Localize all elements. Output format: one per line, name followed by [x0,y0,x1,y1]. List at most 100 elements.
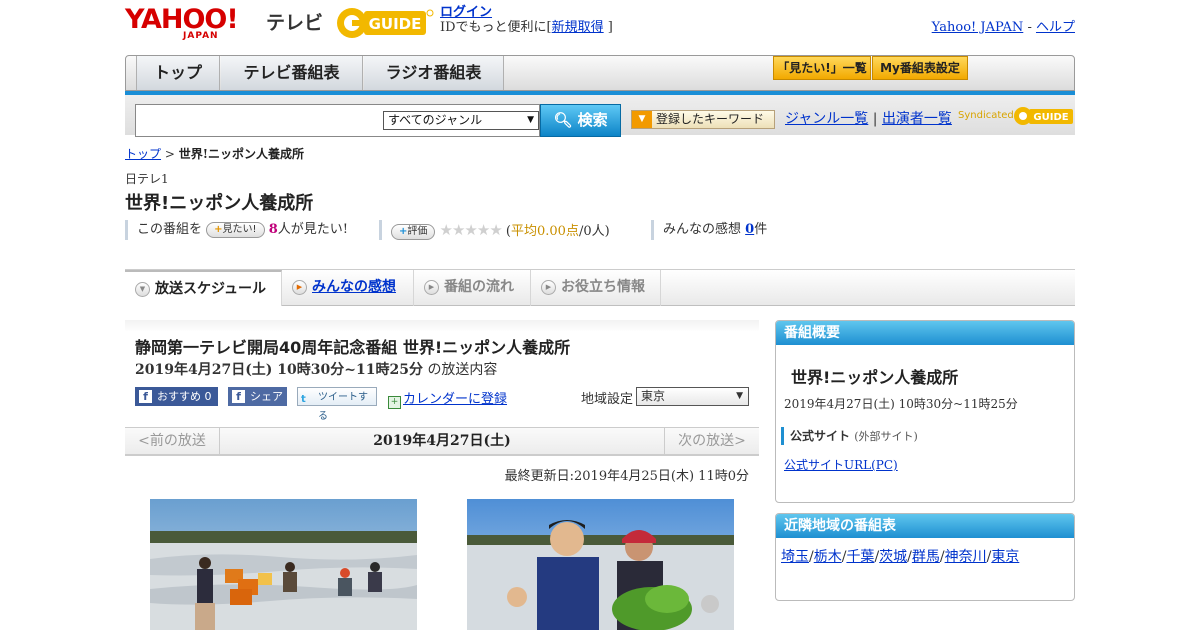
region-link-ibaraki[interactable]: 茨城 [879,549,907,565]
search-icon: 🔍︎ [553,111,573,129]
chevron-right-icon: ▶ [292,280,307,295]
search-area: すべてのジャンル ▼ 🔍︎ 検索 ▼ 登録したキーワード ジャンル一覧 | 出演… [125,95,1075,137]
login-link[interactable]: ログイン [440,5,492,20]
neighbor-regions-list: 埼玉/栃木/千葉/茨城/群馬/神奈川/東京 [781,548,1071,567]
login-message: IDでもっと便利に[ [440,20,552,35]
login-box: ログイン IDでもっと便利に[新規取得 ] [440,5,613,35]
login-message-suffix: ] [607,20,613,35]
calendar-plus-icon: + [388,396,401,409]
official-site-note: (外部サイト) [854,430,918,443]
facebook-icon: f [139,390,152,403]
register-link[interactable]: 新規取得 [552,20,604,35]
region-label: 地域設定 [581,392,634,407]
gguide-small-logo: GUIDE [1014,107,1073,125]
current-broadcast-date: 2019年4月27日(土) [373,433,511,449]
impressions-unit: 件 [754,222,768,237]
syndicated-text: Syndicated [958,110,1014,121]
rating-stat: +評価 ★★★★★ (平均0.00点/0人) [379,220,610,240]
link-separator: - [1027,20,1032,35]
tab-program-flow: ▶ 番組の流れ [414,270,531,306]
summary-date: 2019年4月27日(土) 10時30分~11時25分 [784,397,1018,411]
yahoo-logo[interactable]: YAHOO! [125,6,239,33]
impressions-count-link[interactable]: 0 [745,222,754,237]
region-link-saitama[interactable]: 埼玉 [781,549,809,565]
official-site-link[interactable]: 公式サイトURL(PC) [784,456,898,473]
share-label: シェア [250,390,283,403]
nav-tab-radio-schedule[interactable]: ラジオ番組表 [364,56,504,90]
genre-links: ジャンル一覧 | 出演者一覧 [785,110,952,129]
plus-icon: + [214,224,223,235]
search-button[interactable]: 🔍︎ 検索 [540,104,621,137]
registered-keywords-label: 登録したキーワード [656,112,765,126]
tab-schedule-label: 放送スケジュール [155,281,267,297]
prev-broadcast-button[interactable]: <前の放送 [125,428,220,455]
region-link-gunma[interactable]: 群馬 [912,549,940,565]
my-schedule-settings-button[interactable]: My番組表設定 [872,56,968,80]
dropdown-arrow-icon: ▼ [736,391,743,401]
share-row: f おすすめ 0 f シェア t ツイートする + カレンダーに登録 地域設定 東… [135,387,755,422]
rate-button[interactable]: +評価 [391,224,436,240]
program-summary-heading: 番組概要 [776,321,1074,345]
genre-list-link[interactable]: ジャンル一覧 [785,111,868,127]
region-link-kanagawa[interactable]: 神奈川 [945,549,987,565]
want-list-button[interactable]: 「見たい!」一覧 [773,56,871,80]
dropdown-arrow-icon: ▼ [527,115,534,125]
tab-schedule[interactable]: ▼ 放送スケジュール [125,270,282,306]
broadcast-date: 2019年4月27日(土) 10時30分~11時25分 の放送内容 [135,359,497,379]
tv-logo-text[interactable]: テレビ [266,8,323,35]
region-select[interactable]: 東京 ▼ [636,387,749,406]
breadcrumb-top-link[interactable]: トップ [125,147,161,161]
program-stats: この番組を +見たい! 8人が見たい! +評価 ★★★★★ (平均0.00点/0… [125,220,825,240]
top-links: Yahoo! JAPAN - ヘルプ [932,16,1075,35]
genre-select-value: すべてのジャンル [388,113,483,127]
svg-text:GUIDE: GUIDE [369,15,422,33]
program-tabs: ▼ 放送スケジュール ▶ みんなの感想 ▶ 番組の流れ ▶ お役立ち情報 [125,269,1075,306]
link-separator: | [872,111,878,127]
date-navigation: <前の放送 2019年4月27日(土) 次の放送> [125,427,759,456]
want-button[interactable]: +見たい! [206,222,265,238]
page-title: 世界!ニッポン人養成所 [125,193,314,214]
program-photo-2[interactable] [467,499,734,630]
triangle-down-icon: ▼ [632,111,652,128]
breadcrumb-separator: > [164,147,175,161]
chevron-down-icon: ▼ [135,282,150,297]
rate-button-label: 評価 [407,226,428,237]
yahoo-japan-link[interactable]: Yahoo! JAPAN [932,20,1024,35]
region-link-tochigi[interactable]: 栃木 [814,549,842,565]
facebook-share-button[interactable]: f シェア [228,387,287,406]
want-count: 8 [268,222,278,237]
official-site-label: 公式サイト [790,429,851,443]
tab-impressions-label: みんなの感想 [312,279,396,295]
gguide-logo: GUIDE [337,8,434,38]
breadcrumb-current: 世界!ニッポン人養成所 [178,147,305,161]
global-nav: トップ テレビ番組表 ラジオ番組表 「見たい!」一覧 My番組表設定 [125,55,1075,91]
page: YAHOO! JAPAN テレビ GUIDE ログイン IDでもっと便利に[新規… [125,0,1075,630]
syndicated-gguide-badge: Syndicated GUIDE [958,105,1075,127]
tweet-label: ツイートする [318,392,368,422]
tab-impressions[interactable]: ▶ みんなの感想 [282,270,414,306]
region-link-tokyo[interactable]: 東京 [991,549,1019,565]
program-photo-1[interactable] [150,499,417,630]
tab-useful-info: ▶ お役立ち情報 [531,270,661,306]
tab-program-flow-label: 番組の流れ [444,279,514,295]
official-site-heading: 公式サイト (外部サイト) [781,427,918,445]
last-updated: 最終更新日:2019年4月25日(木) 11時0分 [504,469,749,484]
nav-tab-top[interactable]: トップ [136,56,220,90]
search-button-label: 検索 [577,111,608,129]
registered-keywords-button[interactable]: ▼ 登録したキーワード [631,110,775,129]
breadcrumb: トップ > 世界!ニッポン人養成所 [125,145,304,162]
region-link-chiba[interactable]: 千葉 [846,549,874,565]
next-broadcast-button[interactable]: 次の放送> [664,428,759,455]
nav-tab-tv-schedule[interactable]: テレビ番組表 [221,56,363,90]
recommend-label: おすすめ 0 [157,390,212,403]
broadcast-title: 静岡第一テレビ開局40周年記念番組 世界!ニッポン人養成所 [135,338,571,357]
calendar-register-link[interactable]: カレンダーに登録 [403,392,507,407]
help-link[interactable]: ヘルプ [1036,20,1075,35]
performer-list-link[interactable]: 出演者一覧 [882,111,952,127]
genre-select[interactable]: すべてのジャンル ▼ [383,111,539,130]
calendar-register: + カレンダーに登録 [388,388,507,409]
tweet-button[interactable]: t ツイートする [297,387,377,422]
facebook-recommend-button[interactable]: f おすすめ 0 [135,387,218,406]
yahoo-japan-logo-text: JAPAN [183,31,219,41]
region-select-value: 東京 [641,389,666,403]
